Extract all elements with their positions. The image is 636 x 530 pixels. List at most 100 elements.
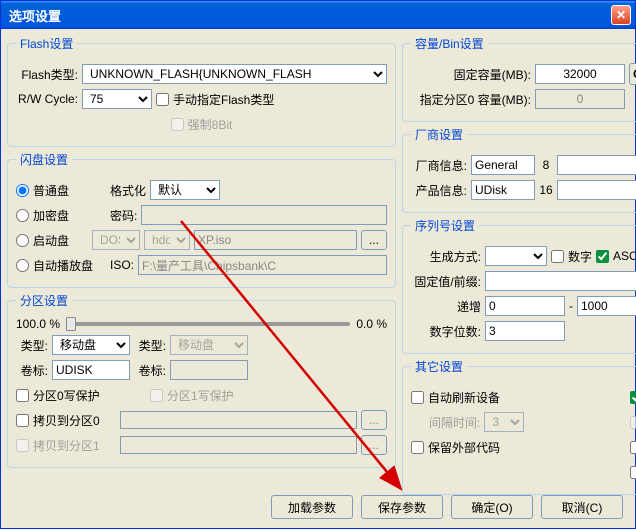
fixed-cap-label: 固定容量(MB): — [411, 66, 531, 83]
num-check-wrap[interactable]: 数字 — [551, 248, 592, 265]
keep-ext-check[interactable] — [411, 441, 424, 454]
manual-flash-check[interactable] — [156, 93, 169, 106]
vol0-input[interactable] — [52, 360, 130, 380]
boot-drive-select: hdd — [144, 230, 190, 250]
inc-label: 递增 — [411, 298, 481, 315]
product-info2-input[interactable] — [557, 180, 636, 200]
encrypt-disk-radio-wrap[interactable]: 加密盘 — [16, 207, 106, 224]
vendor-info2-input[interactable] — [557, 155, 636, 175]
keep-ext-wrap[interactable]: 保留外部代码 — [411, 439, 500, 456]
auto-refresh-check[interactable] — [411, 391, 424, 404]
wp0-wrap[interactable]: 分区0写保护 — [16, 387, 146, 404]
slider-thumb[interactable] — [66, 317, 76, 331]
strict-check — [630, 416, 636, 429]
slider-right-label: 0.0 % — [356, 317, 387, 331]
boot-os-select: DOS — [92, 230, 140, 250]
flash-type-select[interactable]: UNKNOWN_FLASH{UNKNOWN_FLASH — [82, 64, 387, 84]
rw-cycle-label: R/W Cycle: — [16, 92, 78, 106]
wp0-check[interactable] — [16, 389, 29, 402]
type1-select: 移动盘 — [170, 335, 248, 355]
prefix-input[interactable] — [485, 271, 636, 291]
vendor-info-input[interactable] — [471, 155, 535, 175]
load-params-button[interactable]: 加载参数 — [271, 495, 353, 519]
window-title: 选项设置 — [9, 6, 61, 25]
boot-browse-button[interactable]: ... — [361, 230, 387, 250]
type0-select[interactable]: 移动盘 — [52, 335, 130, 355]
serial-group: 序列号设置 生成方式: 数字 ASCII 固定值/前缀: 递增 - — [402, 217, 636, 354]
port32-check[interactable] — [630, 466, 636, 479]
other-group: 其它设置 自动刷新设备 间隔时间: 3 保留外部代码 加强版 强格版 擦除量产信… — [402, 358, 636, 495]
enhanced-wrap[interactable]: 加强版 — [630, 389, 636, 406]
disk-legend: 闪盘设置 — [16, 151, 72, 168]
auto-refresh-wrap[interactable]: 自动刷新设备 — [411, 389, 500, 406]
inc-to-input[interactable] — [577, 296, 636, 316]
wp1-check — [150, 389, 163, 402]
strict-wrap: 强格版 — [630, 414, 636, 431]
prefix-label: 固定值/前缀: — [411, 273, 481, 290]
ascii-check-wrap[interactable]: ASCII — [596, 249, 636, 263]
p0-cap-label: 指定分区0 容量(MB): — [411, 91, 531, 108]
ascii-check[interactable] — [596, 250, 609, 263]
copy0-check[interactable] — [16, 414, 29, 427]
fixed-cap-input[interactable] — [535, 64, 625, 84]
gen-method-select[interactable] — [485, 246, 547, 266]
enhanced-check[interactable] — [630, 391, 636, 404]
copy0-input — [120, 411, 357, 429]
iso-path-input — [138, 255, 387, 275]
product-n1: 16 — [539, 183, 553, 197]
save-params-button[interactable]: 保存参数 — [361, 495, 443, 519]
normal-disk-radio[interactable] — [16, 184, 29, 197]
type0-label: 类型: — [16, 337, 48, 354]
port32-wrap[interactable]: 32PortUI — [630, 465, 636, 479]
format-label: 格式化 — [110, 182, 146, 199]
inc-from-input[interactable] — [485, 296, 565, 316]
flash-legend: Flash设置 — [16, 35, 77, 52]
copy0-wrap[interactable]: 拷贝到分区0 — [16, 412, 116, 429]
cbin-button[interactable]: CBin — [629, 63, 636, 85]
vendor-info-label: 厂商信息: — [411, 157, 467, 174]
vendor-group: 厂商设置 厂商信息: 8 30 产品信息: 16 30 — [402, 126, 636, 213]
boot-disk-radio-wrap[interactable]: 启动盘 — [16, 232, 88, 249]
slider-left-label: 100.0 % — [16, 317, 60, 331]
rw-cycle-select[interactable]: 75 — [82, 89, 152, 109]
wipe-wrap[interactable]: 擦除量产信息 — [630, 439, 636, 456]
password-input — [141, 205, 387, 225]
wp1-wrap: 分区1写保护 — [150, 387, 234, 404]
close-button[interactable]: ✕ — [611, 5, 631, 25]
copy0-browse-button: ... — [361, 410, 387, 430]
normal-disk-radio-wrap[interactable]: 普通盘 — [16, 182, 106, 199]
partition-legend: 分区设置 — [16, 292, 72, 309]
format-select[interactable]: 默认 — [150, 180, 220, 200]
wipe-check[interactable] — [630, 441, 636, 454]
capacity-legend: 容量/Bin设置 — [411, 35, 488, 52]
partition-slider[interactable] — [66, 322, 350, 326]
copy1-input — [120, 436, 357, 454]
copy1-check — [16, 439, 29, 452]
other-legend: 其它设置 — [411, 358, 467, 375]
autoplay-radio-wrap[interactable]: 自动播放盘 — [16, 257, 106, 274]
boot-disk-radio[interactable] — [16, 234, 29, 247]
vol1-label: 卷标: — [134, 362, 166, 379]
flash-group: Flash设置 Flash类型: UNKNOWN_FLASH{UNKNOWN_F… — [7, 35, 396, 147]
digits-label: 数字位数: — [411, 323, 481, 340]
interval-label: 间隔时间: — [429, 414, 480, 431]
flash-type-label: Flash类型: — [16, 66, 78, 83]
copy1-browse-button: ... — [361, 435, 387, 455]
manual-flash-check-wrap[interactable]: 手动指定Flash类型 — [156, 91, 274, 108]
password-label: 密码: — [110, 207, 137, 224]
titlebar: 选项设置 ✕ — [1, 1, 635, 29]
product-info-input[interactable] — [471, 180, 535, 200]
force-8bit-check — [171, 118, 184, 131]
capacity-group: 容量/Bin设置 固定容量(MB): CBin 指定分区0 容量(MB): — [402, 35, 636, 122]
cancel-button[interactable]: 取消(C) — [541, 495, 623, 519]
type1-label: 类型: — [134, 337, 166, 354]
digits-input[interactable] — [485, 321, 565, 341]
vol1-input — [170, 360, 248, 380]
num-check[interactable] — [551, 250, 564, 263]
options-dialog: 选项设置 ✕ Flash设置 Flash类型: UNKNOWN_FLASH{UN… — [0, 0, 636, 529]
ok-button[interactable]: 确定(O) — [451, 495, 533, 519]
inc-sep: - — [569, 299, 573, 313]
autoplay-radio[interactable] — [16, 259, 29, 272]
encrypt-disk-radio[interactable] — [16, 209, 29, 222]
force-8bit-wrap: 强制8Bit — [171, 116, 233, 133]
